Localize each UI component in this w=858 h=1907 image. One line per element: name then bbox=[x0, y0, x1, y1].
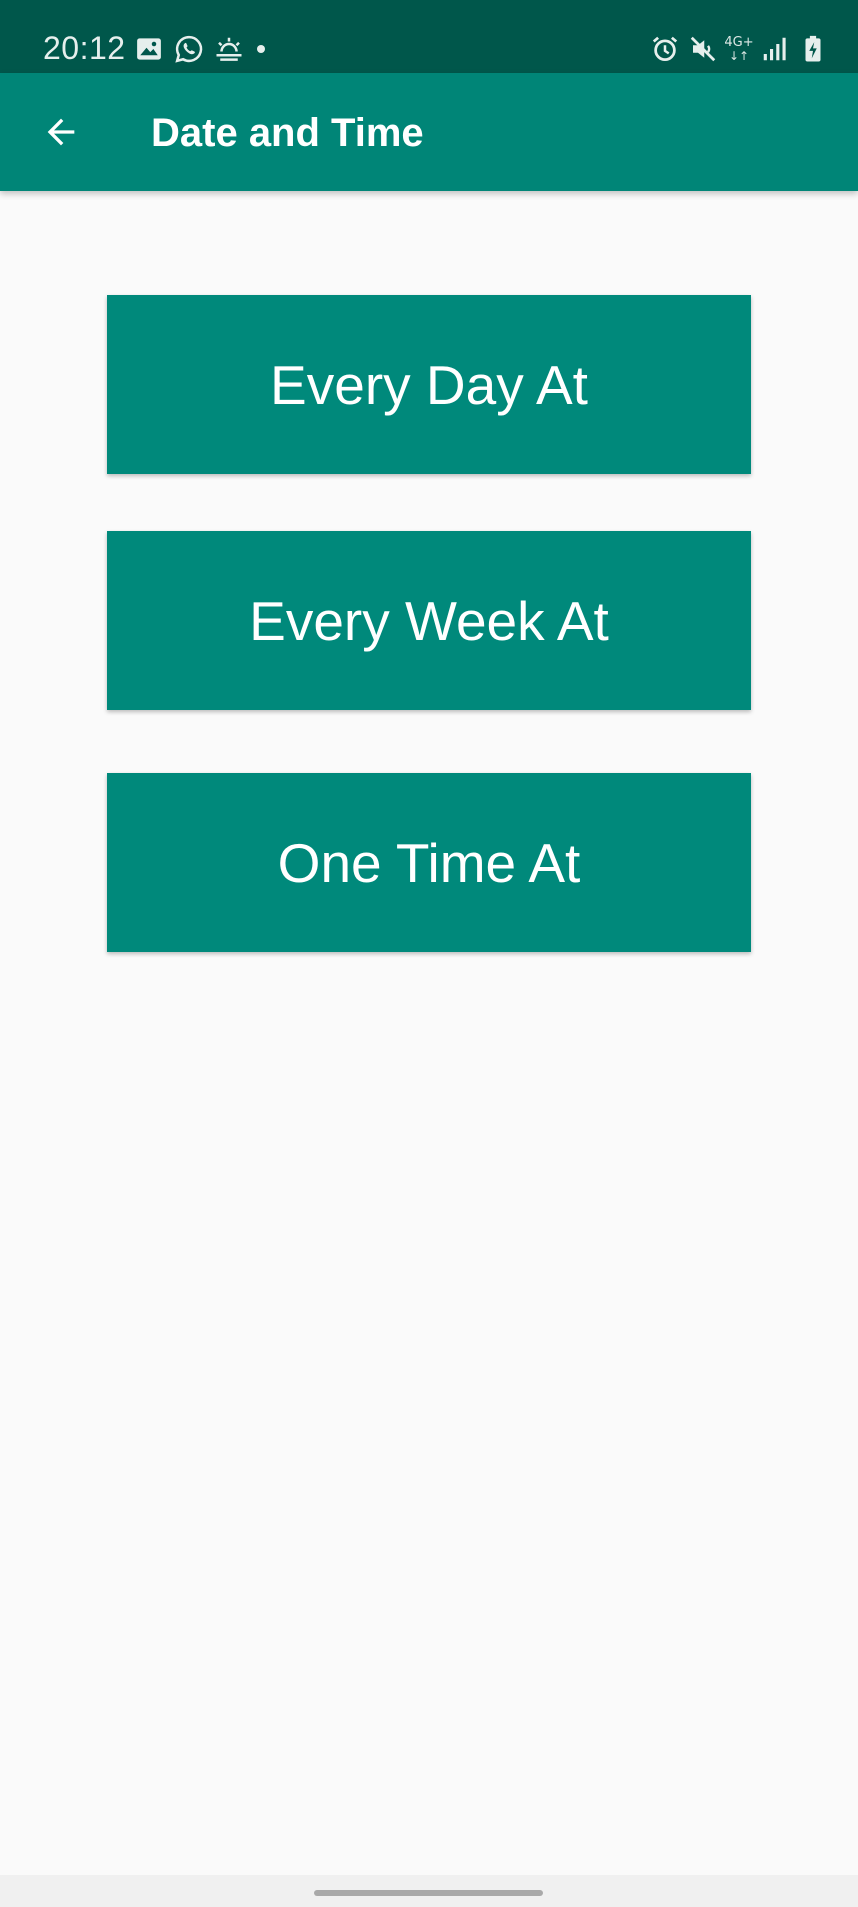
status-notification-icons bbox=[134, 32, 268, 66]
status-system-icons: 4G+ ↓↑ bbox=[650, 32, 828, 66]
every-day-at-button[interactable]: Every Day At bbox=[107, 295, 751, 474]
alarm-icon bbox=[650, 34, 680, 64]
one-time-at-button[interactable]: One Time At bbox=[107, 773, 751, 952]
whatsapp-icon bbox=[174, 34, 204, 64]
status-time: 20:12 bbox=[43, 30, 126, 66]
home-indicator[interactable] bbox=[314, 1890, 543, 1896]
page-title: Date and Time bbox=[151, 111, 424, 155]
notification-dot-icon bbox=[254, 34, 268, 64]
mute-icon bbox=[688, 34, 718, 64]
app-bar: Date and Time bbox=[0, 73, 858, 191]
back-button[interactable] bbox=[28, 99, 94, 165]
weather-icon bbox=[214, 34, 244, 64]
status-bar: 20:12 4G+ ↓↑ bbox=[0, 0, 858, 73]
navigation-bar bbox=[0, 1875, 858, 1907]
battery-charging-icon bbox=[798, 34, 828, 64]
network-4g-icon: 4G+ ↓↑ bbox=[724, 34, 754, 63]
image-icon bbox=[134, 34, 164, 64]
arrow-back-icon bbox=[41, 112, 81, 152]
signal-icon bbox=[760, 34, 790, 64]
screen: 20:12 4G+ ↓↑ Date and Time Every Day At … bbox=[0, 0, 858, 1907]
every-week-at-button[interactable]: Every Week At bbox=[107, 531, 751, 710]
network-label: 4G+ bbox=[724, 34, 754, 50]
